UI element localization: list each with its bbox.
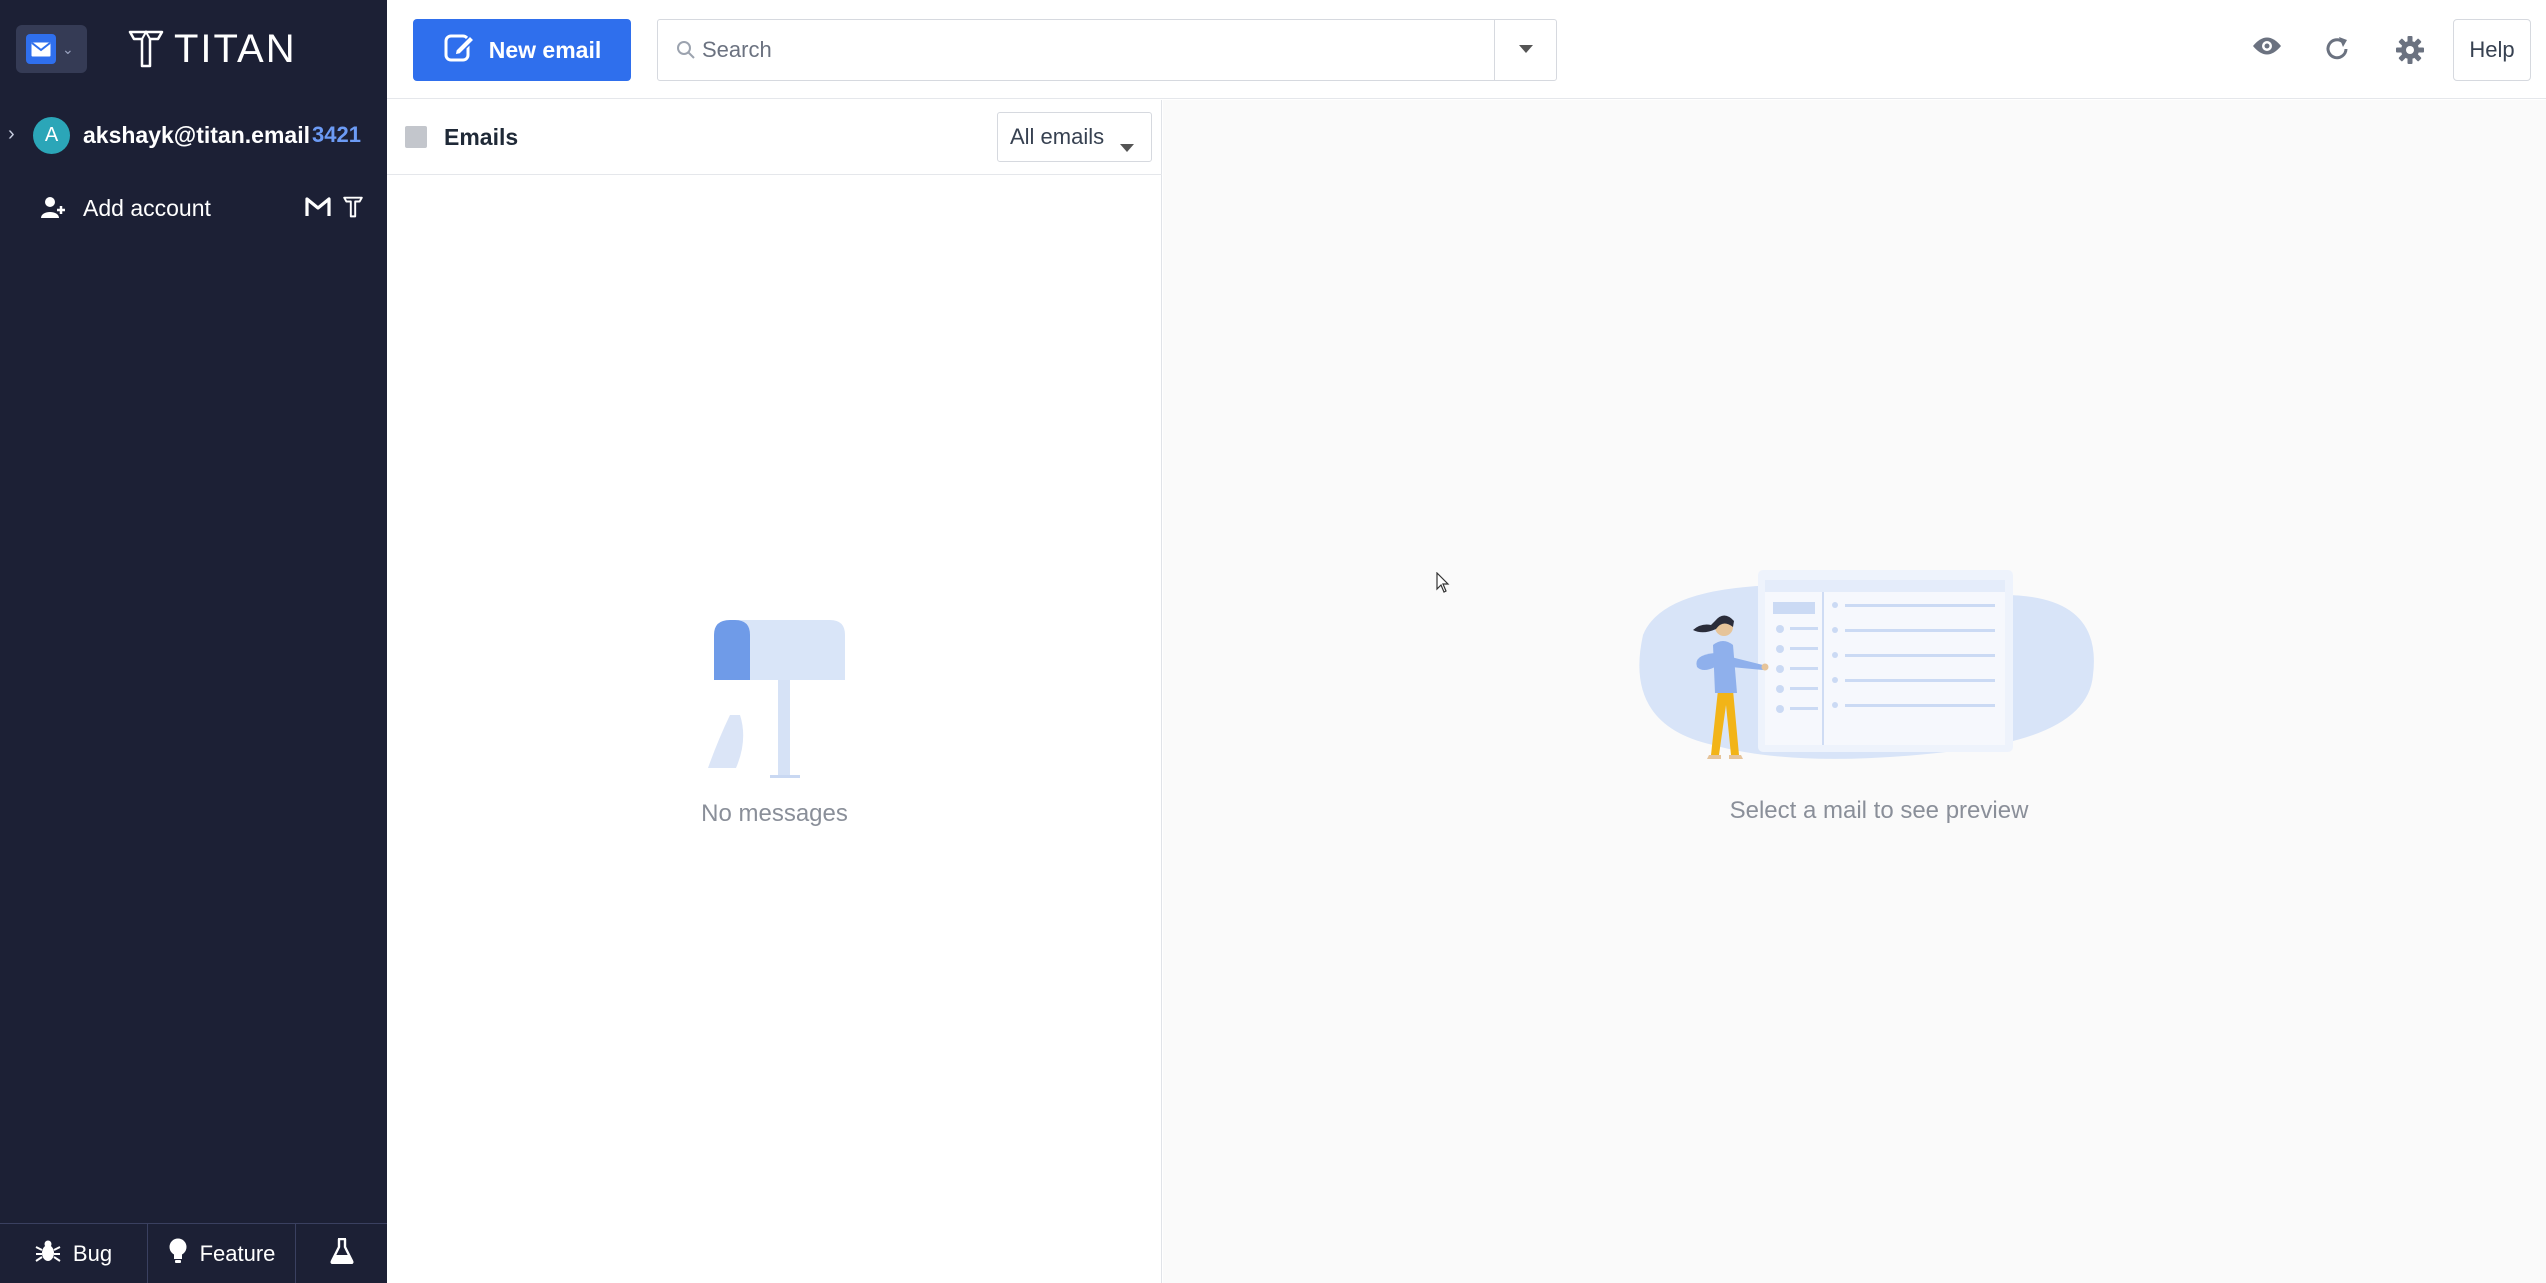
flask-icon <box>329 1237 354 1270</box>
request-feature-button[interactable]: Feature <box>148 1224 296 1283</box>
add-person-icon <box>40 194 66 225</box>
unread-count-badge: 3421 <box>312 122 361 147</box>
brand-name: TITAN <box>174 26 297 71</box>
bug-icon <box>35 1239 61 1269</box>
add-account-button[interactable]: Add account <box>0 182 387 234</box>
email-filter-select[interactable]: All emails <box>997 112 1152 162</box>
gear-icon[interactable] <box>2395 35 2425 70</box>
app-switcher[interactable]: ⌄ <box>16 25 87 73</box>
new-email-label: New email <box>488 36 602 63</box>
folder-title: Emails <box>444 124 519 150</box>
sidebar-header: ⌄ TITAN <box>0 0 387 99</box>
account-row[interactable]: › A akshayk@titan.email 3421 <box>0 108 387 160</box>
caret-down-icon <box>1119 133 1135 159</box>
preview-empty-text: Select a mail to see preview <box>1729 797 2029 824</box>
gmail-icon[interactable] <box>305 197 331 222</box>
refresh-icon[interactable] <box>2323 35 2351 68</box>
mouse-cursor-icon <box>1436 572 1450 593</box>
search-box[interactable] <box>657 19 1557 81</box>
new-email-button[interactable]: New email <box>413 19 631 81</box>
add-account-label: Add account <box>83 195 211 221</box>
titan-icon[interactable] <box>343 196 363 223</box>
eye-icon[interactable] <box>2252 35 2282 62</box>
titan-logo-icon <box>128 29 164 68</box>
search-input[interactable] <box>702 30 1502 70</box>
sidebar: ⌄ TITAN › A akshayk@titan.email 3421 Add… <box>0 0 387 1283</box>
feature-label: Feature <box>199 1241 276 1266</box>
avatar: A <box>33 117 70 154</box>
bug-label: Bug <box>72 1241 113 1266</box>
chevron-down-icon: ⌄ <box>62 40 74 57</box>
empty-list-state: No messages <box>387 620 1162 828</box>
toolbar: New email Help <box>387 0 2546 99</box>
sidebar-footer: Bug Feature <box>0 1223 387 1283</box>
brand-logo: TITAN <box>128 26 297 72</box>
labs-button[interactable] <box>296 1224 387 1283</box>
preview-illustration <box>1639 570 2094 759</box>
caret-down-icon <box>1518 41 1534 59</box>
search-icon <box>676 40 696 65</box>
filter-selected-value: All emails <box>1010 124 1105 149</box>
select-all-checkbox[interactable] <box>405 126 427 148</box>
account-email: akshayk@titan.email <box>83 122 310 148</box>
lightbulb-icon <box>168 1238 188 1270</box>
chevron-right-icon[interactable]: › <box>8 123 15 146</box>
email-list-header: Emails All emails <box>387 100 1162 175</box>
mailbox-illustration <box>707 620 845 778</box>
preview-pane: Select a mail to see preview <box>1163 100 2546 1283</box>
no-messages-text: No messages <box>701 800 848 827</box>
report-bug-button[interactable]: Bug <box>0 1224 148 1283</box>
help-button[interactable]: Help <box>2453 19 2531 81</box>
mail-app-icon <box>26 34 56 64</box>
compose-icon <box>443 31 475 69</box>
email-list-pane: Emails All emails No messages <box>387 100 1162 1283</box>
search-options-dropdown[interactable] <box>1494 20 1556 80</box>
